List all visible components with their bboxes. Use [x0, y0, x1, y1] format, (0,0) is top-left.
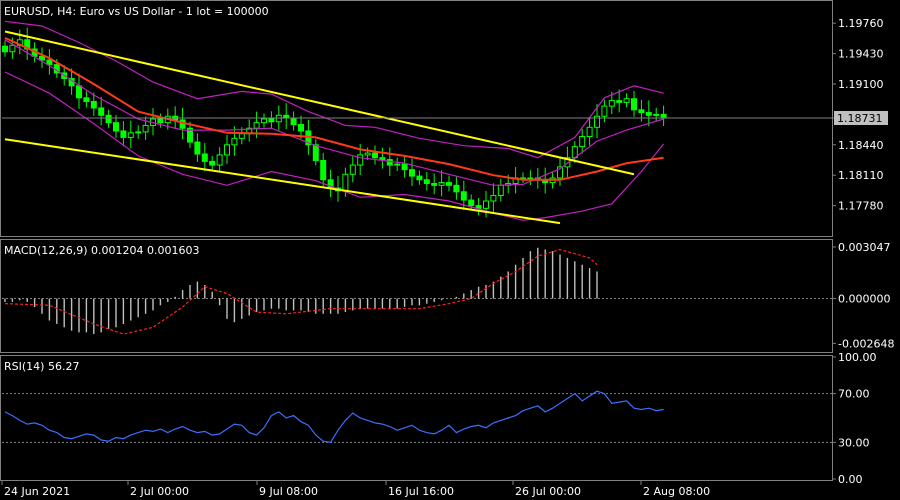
time-tick-label: 26 Jul 00:00: [515, 485, 581, 498]
candle-body[interactable]: [113, 122, 119, 132]
candle-body[interactable]: [216, 154, 223, 166]
candle-body[interactable]: [342, 173, 349, 192]
time-tick-label: 24 Jun 2021: [4, 485, 70, 498]
candle-body[interactable]: [135, 131, 142, 134]
axis-tick-label: 100.00: [838, 351, 877, 364]
candle-body[interactable]: [438, 182, 445, 186]
candle-body[interactable]: [349, 164, 356, 175]
axis-tick-label: 1.19760: [838, 17, 884, 30]
candle-body[interactable]: [127, 132, 134, 138]
candle-body[interactable]: [653, 113, 660, 116]
time-tick-label: 2 Aug 08:00: [643, 485, 710, 498]
candle-body[interactable]: [253, 122, 260, 129]
trading-chart[interactable]: 1.19760 1.19430 1.19100 1.18731 1.18440 1.181…: [0, 0, 900, 500]
axis-tick-label: 1.18110: [838, 169, 884, 182]
candle-body[interactable]: [638, 109, 645, 114]
axis-tick-label: 0.000000: [838, 293, 891, 306]
axis-tick-label: 70.00: [838, 388, 870, 401]
axis-tick-label: 0.003047: [838, 241, 891, 254]
candle-body[interactable]: [201, 153, 208, 162]
candle-body[interactable]: [372, 152, 378, 159]
axis-tick-label: 1.17780: [838, 200, 884, 213]
candle-body[interactable]: [497, 184, 504, 196]
candle-body[interactable]: [2, 45, 8, 53]
candle-body[interactable]: [261, 118, 267, 124]
time-tick-label: 16 Jul 16:00: [388, 485, 454, 498]
axis-tick-label: 30.00: [838, 436, 870, 449]
candle-body[interactable]: [290, 117, 297, 126]
candle-body[interactable]: [490, 194, 497, 202]
candle-body[interactable]: [238, 133, 245, 139]
axis-tick-label: 0.00: [838, 473, 863, 486]
candle-body[interactable]: [423, 179, 430, 184]
candle-body[interactable]: [364, 152, 371, 156]
candle-body[interactable]: [453, 184, 460, 193]
rsi-title: RSI(14) 56.27: [4, 360, 79, 373]
candle-body[interactable]: [431, 182, 438, 186]
macd-title: MACD(12,26,9) 0.001204 0.001603: [4, 244, 200, 257]
candle-body[interactable]: [224, 144, 230, 156]
candle-body[interactable]: [416, 175, 423, 181]
candle-body[interactable]: [579, 136, 586, 148]
axis-tick-label: -0.002648: [838, 337, 894, 350]
candle-body[interactable]: [98, 107, 105, 116]
candle-body[interactable]: [120, 130, 127, 138]
candle-body[interactable]: [645, 112, 652, 116]
candle-body[interactable]: [320, 159, 327, 181]
candle-body[interactable]: [275, 114, 282, 123]
current-price-label: 1.18731: [837, 112, 883, 125]
candle-body[interactable]: [298, 124, 304, 132]
candle-body[interactable]: [268, 118, 275, 123]
candle-body[interactable]: [631, 98, 637, 111]
candle-body[interactable]: [586, 126, 593, 138]
candle-body[interactable]: [76, 85, 82, 99]
candle-body[interactable]: [601, 105, 608, 117]
axis-tick-label: 1.19100: [838, 78, 884, 91]
candle-body[interactable]: [90, 100, 97, 109]
candle-body[interactable]: [401, 163, 408, 171]
candle-body[interactable]: [157, 118, 164, 124]
axis-tick-label: 1.19430: [838, 48, 884, 61]
candle-body[interactable]: [616, 100, 623, 103]
axis-tick-label: 1.18440: [838, 139, 884, 152]
candle-body[interactable]: [194, 141, 201, 155]
candle-body[interactable]: [379, 157, 386, 161]
candle-body[interactable]: [468, 199, 475, 207]
time-tick-label: 9 Jul 08:00: [259, 485, 318, 498]
candle-body[interactable]: [142, 124, 149, 133]
candle-body[interactable]: [39, 55, 45, 61]
candle-body[interactable]: [623, 98, 630, 103]
candle-body[interactable]: [394, 163, 401, 166]
candle-body[interactable]: [312, 144, 319, 161]
candle-body[interactable]: [409, 169, 415, 177]
candle-body[interactable]: [9, 44, 16, 53]
candle-body[interactable]: [483, 200, 489, 209]
time-tick-label: 2 Jul 00:00: [130, 485, 189, 498]
candle-body[interactable]: [608, 100, 615, 107]
chart-title: EURUSD, H4: Euro vs US Dollar - 1 lot = …: [4, 5, 269, 18]
candle-body[interactable]: [357, 154, 364, 166]
candle-body[interactable]: [231, 137, 238, 146]
candle-body[interactable]: [209, 160, 216, 166]
candle-body[interactable]: [386, 159, 393, 166]
candle-body[interactable]: [460, 191, 467, 201]
candle-body[interactable]: [446, 182, 452, 186]
candle-body[interactable]: [105, 114, 112, 124]
candle-body[interactable]: [83, 97, 90, 102]
